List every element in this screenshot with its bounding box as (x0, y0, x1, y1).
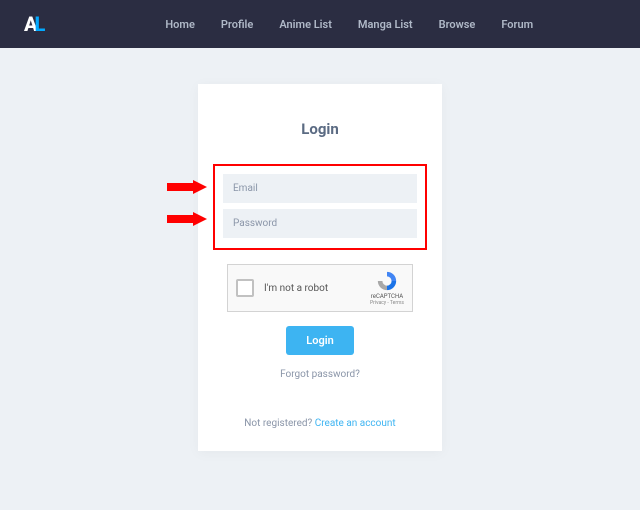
nav-link-browse[interactable]: Browse (439, 18, 476, 31)
recaptcha-icon (376, 270, 398, 292)
password-input[interactable] (223, 209, 417, 238)
arrow-icon (167, 212, 207, 226)
recaptcha-widget: I'm not a robot reCAPTCHA Privacy - Term… (227, 264, 413, 312)
login-title: Login (301, 120, 339, 138)
email-input[interactable] (223, 174, 417, 203)
nav-links: Home Profile Anime List Manga List Brows… (165, 18, 533, 31)
login-card: Login I'm not a robot reCAPTCHA Privacy … (198, 84, 442, 451)
recaptcha-label: reCAPTCHA (371, 293, 403, 300)
nav-link-manga-list[interactable]: Manga List (358, 18, 413, 31)
nav-link-profile[interactable]: Profile (221, 18, 253, 31)
not-registered-text: Not registered? Create an account (244, 418, 395, 429)
input-highlight-box (213, 164, 427, 250)
login-button[interactable]: Login (286, 326, 353, 355)
arrow-icon (167, 180, 207, 194)
recaptcha-text: I'm not a robot (264, 283, 370, 294)
logo[interactable]: A L (24, 12, 45, 36)
nav-link-anime-list[interactable]: Anime List (279, 18, 332, 31)
recaptcha-privacy-terms[interactable]: Privacy - Terms (370, 300, 404, 306)
nav-link-home[interactable]: Home (165, 18, 195, 31)
nav-link-forum[interactable]: Forum (501, 18, 533, 31)
forgot-password-link[interactable]: Forgot password? (280, 369, 360, 380)
recaptcha-badge: reCAPTCHA Privacy - Terms (370, 270, 404, 306)
navbar: A L Home Profile Anime List Manga List B… (0, 0, 640, 48)
logo-letter-l: L (35, 12, 46, 36)
create-account-link[interactable]: Create an account (315, 418, 396, 429)
recaptcha-checkbox[interactable] (236, 279, 254, 297)
